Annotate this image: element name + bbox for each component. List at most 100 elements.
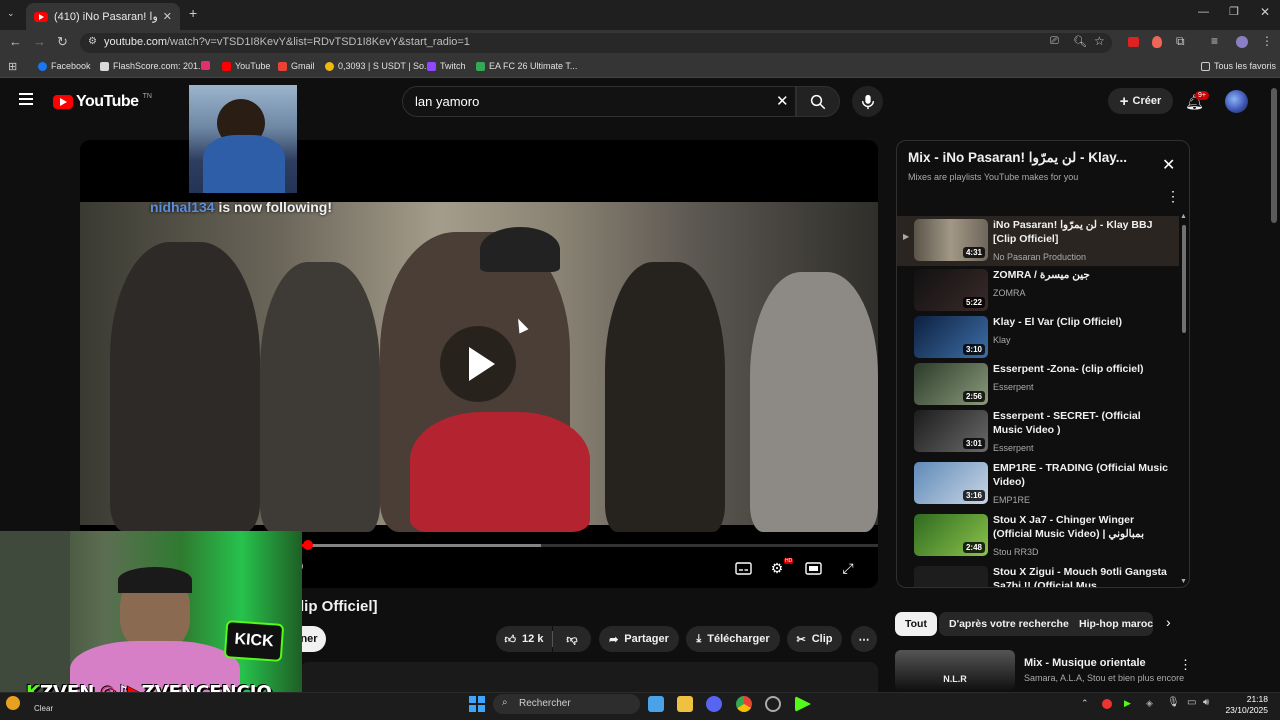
maximize-icon[interactable]: ❐ [1229, 5, 1239, 18]
tray-volume-icon[interactable]: 🔊︎ [1203, 697, 1209, 708]
tab-list-icon[interactable]: ⌄ [7, 8, 15, 19]
video-thumbnail: 3:01 [914, 410, 988, 452]
playlist-item[interactable]: 5:22 ZOMRA / جين ميسرة ZOMRA [897, 266, 1179, 316]
playlist-menu-icon[interactable]: ⋮ [1166, 188, 1180, 205]
scroll-down-icon[interactable]: ▼ [1180, 578, 1187, 585]
close-tab-icon[interactable]: ✕ [163, 10, 172, 23]
plus-icon: + [1119, 92, 1129, 110]
tray-app-icon[interactable] [1102, 699, 1112, 709]
playlist-item-channel: Klay [993, 335, 1011, 345]
chrome-icon[interactable] [736, 696, 752, 712]
recommendation-title[interactable]: Mix - Musique orientale [1024, 657, 1146, 669]
taskbar-search[interactable]: ⌕ Rechercher [493, 694, 640, 714]
all-bookmarks[interactable]: Tous les favoris [1201, 61, 1276, 71]
apps-grid-icon[interactable]: ⊞ [8, 60, 17, 73]
profile-icon[interactable] [1236, 36, 1248, 48]
search-button[interactable] [796, 86, 840, 117]
reload-icon[interactable]: ↻ [57, 34, 68, 50]
playlist-item[interactable]: 2:48 Stou X Ja7 - Chinger Winger (Offici… [897, 511, 1179, 561]
youtube-favicon-icon [34, 11, 48, 22]
folder-icon [1201, 61, 1210, 71]
address-bar[interactable]: ⚙ youtube.com/watch?v=vTSD1I8KevY&list=R… [80, 33, 1112, 53]
tray-overflow-icon[interactable]: ⌃ [1081, 698, 1089, 709]
scroll-up-icon[interactable]: ▲ [1180, 213, 1187, 220]
account-avatar[interactable] [1225, 90, 1248, 113]
playlist-item[interactable]: Stou X Zigui - Mouch 9otli Gangsta Sa7bi… [897, 563, 1179, 587]
playlist-item[interactable]: 3:10 Klay - El Var (Clip Officiel) Klay [897, 313, 1179, 363]
close-playlist-icon[interactable]: ✕ [1162, 155, 1175, 175]
windows-start-icon[interactable] [469, 696, 485, 712]
browser-tab[interactable]: (410) iNo Pasaran! لن يمرّوا · ✕ [26, 3, 180, 30]
clip-button[interactable]: ✂ Clip [787, 626, 842, 652]
site-info-icon[interactable]: ⚙ [88, 36, 97, 47]
media-controls-icon[interactable]: ≡ [1211, 34, 1218, 48]
instagram-icon [201, 61, 210, 70]
dislike-button[interactable]: 👎︎ [553, 626, 591, 652]
tray-mic-icon[interactable]: 🎙︎ [1167, 697, 1180, 708]
voice-search-button[interactable] [852, 86, 883, 117]
bookmark-eafc[interactable]: EA FC 26 Ultimate T... [476, 61, 577, 71]
extensions-puzzle-icon[interactable]: ⧉ [1176, 34, 1185, 49]
search-input[interactable]: lan yamoro [402, 86, 796, 117]
zoom-icon[interactable]: 🔍︎ [1073, 35, 1087, 48]
fullscreen-icon[interactable]: ⤢ [838, 559, 858, 577]
description-box[interactable] [300, 662, 878, 692]
taskbar-clock[interactable]: 21:18 23/10/2025 [1218, 694, 1268, 716]
play-button[interactable] [440, 326, 516, 402]
bookmark-flashscore[interactable]: FlashScore.com: 201... [100, 61, 206, 71]
subtitles-icon[interactable] [733, 559, 753, 577]
new-tab-icon[interactable]: + [189, 5, 197, 21]
bookmark-instagram[interactable] [201, 61, 210, 70]
install-app-icon[interactable]: ⎚ [1050, 35, 1059, 48]
bookmark-youtube[interactable]: YouTube [222, 61, 270, 71]
more-actions-button[interactable]: ⋯ [851, 626, 877, 652]
video-title: lip Officiel] [300, 598, 378, 615]
clear-search-icon[interactable]: ✕ [776, 92, 789, 110]
hamburger-menu-icon[interactable] [19, 93, 33, 105]
weather-widget-icon[interactable] [6, 696, 20, 710]
video-thumbnail: 2:56 [914, 363, 988, 405]
kick-logo: KICK [223, 620, 285, 662]
recommendation-menu-icon[interactable]: ⋮ [1179, 657, 1192, 673]
chip-related-search[interactable]: D'après votre recherche [939, 612, 1079, 636]
file-explorer-icon[interactable] [677, 696, 693, 712]
bookmark-usdt[interactable]: 0,3093 | S USDT | So... [325, 61, 432, 71]
chip-all[interactable]: Tout [895, 612, 937, 636]
youtube-logo[interactable]: YouTube TN [53, 93, 152, 111]
like-button[interactable]: 👍︎ 12 k [496, 626, 552, 652]
playlist-item[interactable]: ▶ 4:31 iNo Pasaran! لن يمرّوا - Klay BBJ… [897, 216, 1179, 266]
bookmark-star-icon[interactable]: ☆ [1094, 34, 1105, 48]
playlist-title[interactable]: Mix - iNo Pasaran! لن يمرّوا - Klay... [908, 150, 1148, 166]
bookmark-twitch[interactable]: Twitch [427, 61, 466, 71]
minimize-icon[interactable]: — [1198, 6, 1209, 18]
share-icon: ➦ [609, 633, 619, 646]
clock-date: 23/10/2025 [1225, 705, 1268, 715]
download-button[interactable]: ⤓ Télécharger [686, 626, 780, 652]
chip-hiphop[interactable]: Hip-hop maroc [1069, 612, 1153, 636]
playlist-item[interactable]: 2:56 Esserpent -Zona- (clip officiel) Es… [897, 360, 1179, 410]
chevron-right-icon[interactable]: › [1166, 614, 1171, 630]
tray-kick-icon[interactable]: ▶ [1124, 698, 1131, 709]
page-scrollbar-thumb[interactable] [1271, 88, 1277, 223]
recommendation-thumbnail[interactable]: N.L.R [895, 650, 1015, 690]
playlist-item[interactable]: 3:01 Esserpent - SECRET- (Official Music… [897, 407, 1179, 457]
obs-icon[interactable] [765, 696, 781, 712]
extension-icon[interactable] [1152, 36, 1162, 48]
playlist-scrollbar-thumb[interactable] [1182, 225, 1186, 333]
playlist-item[interactable]: 3:16 EMP1RE - TRADING (Official Music Vi… [897, 459, 1179, 509]
share-button[interactable]: ➦ Partager [599, 626, 679, 652]
back-icon[interactable]: ← [9, 34, 22, 49]
discord-icon[interactable] [706, 696, 722, 712]
forward-icon[interactable]: → [33, 34, 46, 49]
bookmark-gmail[interactable]: Gmail [278, 61, 315, 71]
theater-mode-icon[interactable] [803, 559, 823, 577]
close-window-icon[interactable]: ✕ [1260, 5, 1270, 19]
create-button[interactable]: + Créer [1108, 88, 1173, 114]
hd-badge: HD [784, 558, 794, 564]
adblock-extension-icon[interactable] [1128, 37, 1139, 47]
tray-network-icon[interactable]: ◈ [1146, 698, 1153, 709]
store-icon[interactable] [648, 696, 664, 712]
tray-display-icon[interactable]: ▭ [1187, 697, 1196, 708]
browser-menu-icon[interactable]: ⋮ [1261, 34, 1273, 48]
bookmark-facebook[interactable]: Facebook [38, 61, 91, 71]
